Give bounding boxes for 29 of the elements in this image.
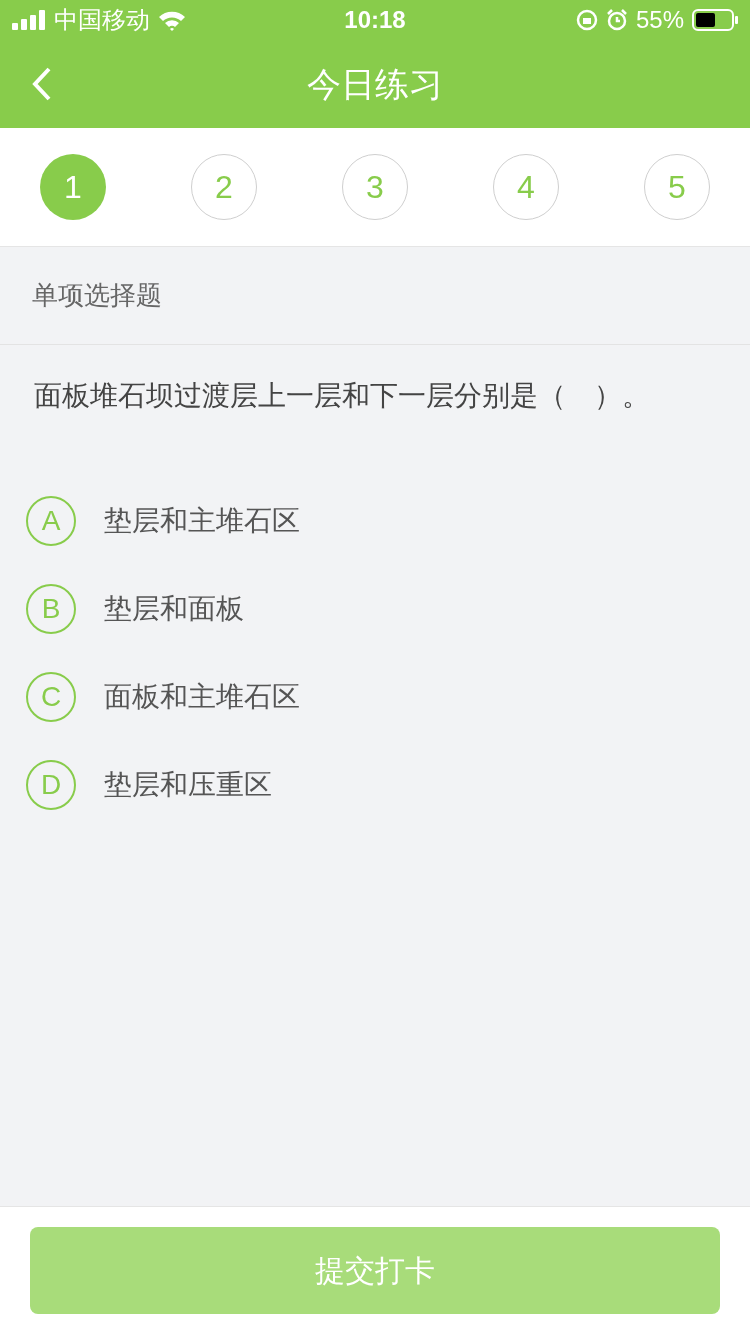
alarm-icon	[605, 9, 628, 31]
option-letter: D	[26, 760, 76, 810]
option-text: 垫层和压重区	[104, 768, 272, 802]
rotation-lock-icon	[575, 9, 598, 31]
battery-percent: 55%	[635, 5, 684, 35]
option-letter: B	[26, 584, 76, 634]
option-letter: C	[26, 672, 76, 722]
answer-option[interactable]: D 垫层和压重区	[0, 741, 750, 829]
option-letter: A	[26, 496, 76, 546]
option-text: 面板和主堆石区	[104, 680, 300, 714]
clock-time: 10:18	[344, 5, 406, 35]
answer-option[interactable]: C 面板和主堆石区	[0, 653, 750, 741]
section-title: 单项选择题	[32, 279, 162, 312]
carrier-name: 中国移动	[54, 5, 150, 35]
wifi-icon	[158, 9, 186, 31]
question-step[interactable]: 2	[191, 154, 257, 220]
signal-icon	[12, 10, 46, 30]
option-text: 垫层和主堆石区	[104, 504, 300, 538]
battery-icon	[692, 9, 738, 31]
question-step[interactable]: 5	[644, 154, 710, 220]
answer-option[interactable]: A 垫层和主堆石区	[0, 477, 750, 565]
answer-option[interactable]: B 垫层和面板	[0, 565, 750, 653]
question-step[interactable]: 3	[342, 154, 408, 220]
page-title: 今日练习	[307, 63, 443, 105]
question-step[interactable]: 1	[40, 154, 106, 220]
question-text: 面板堆石坝过渡层上一层和下一层分别是（ ）。	[34, 380, 650, 411]
question-step[interactable]: 4	[493, 154, 559, 220]
option-text: 垫层和面板	[104, 592, 244, 626]
back-icon	[32, 67, 52, 101]
